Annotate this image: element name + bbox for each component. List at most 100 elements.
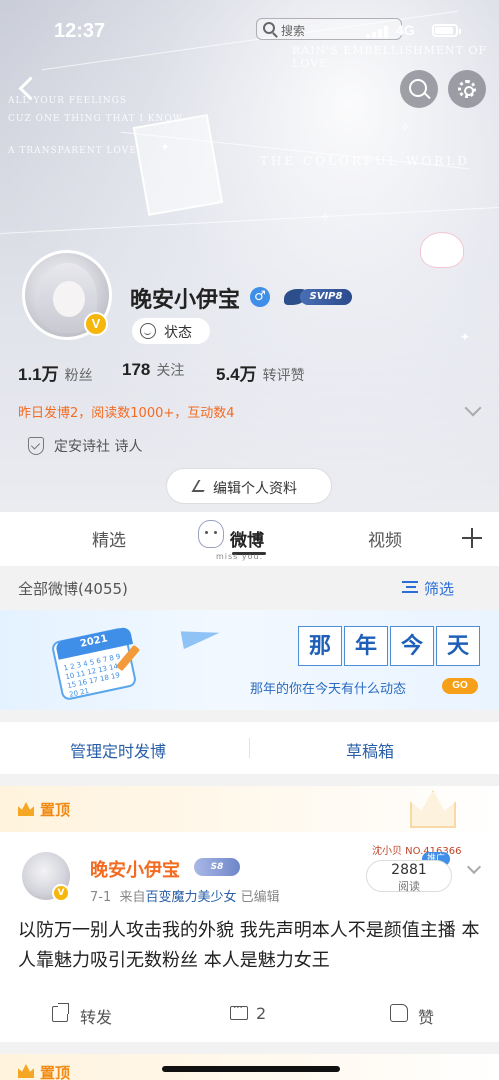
stat-followers[interactable]: 1.1万 粉丝 (18, 360, 93, 385)
svip-badge[interactable]: SVIP8 (284, 286, 354, 308)
post-svip-badge: S8 (194, 858, 240, 876)
status-button[interactable]: 状态 (132, 318, 210, 344)
comment-icon (230, 1003, 248, 1020)
cover-decoration (0, 206, 499, 235)
search-icon (263, 22, 275, 34)
signal-icon (366, 26, 390, 38)
svip-label: SVIP8 (300, 289, 352, 305)
repost-icon (52, 1003, 69, 1022)
tab-featured[interactable]: 精选 (92, 526, 126, 551)
all-posts-count: 全部微博(4055) (18, 580, 128, 598)
cover-text: THE COLORFUL WORLD (260, 154, 470, 168)
edit-profile-button[interactable]: 编辑个人资料 (166, 468, 332, 504)
read-count-label: 阅读 (398, 880, 420, 893)
filter-bar: 全部微博(4055) 筛选 (0, 566, 499, 610)
on-this-day-banner[interactable]: 2021 1 2 3 4 5 6 7 8 9 10 11 12 13 14 15… (0, 610, 499, 710)
read-count-badge[interactable]: 沈小贝 NO.416366 推广 2881 阅读 (366, 842, 461, 893)
status-bar: 12:37 搜索 4G (0, 18, 499, 48)
verified-badge: V (52, 884, 70, 902)
home-indicator[interactable] (162, 1066, 340, 1072)
edit-profile-label: 编辑个人资料 (213, 481, 297, 497)
stat-reposts-comments-likes[interactable]: 5.4万 转评赞 (216, 360, 305, 385)
post-actions: 转发 2 赞 (0, 996, 499, 1036)
mascot-caption: miss you. (216, 552, 264, 561)
post-edited: 已编辑 (240, 890, 280, 905)
paper-plane-icon (180, 624, 222, 650)
stat-label: 转评赞 (262, 368, 305, 384)
profile-tag-text: 定安诗社 诗人 (54, 439, 143, 455)
search-button[interactable] (400, 70, 438, 108)
comment-button[interactable]: 2 (230, 1003, 267, 1023)
sparkle-icon: ✧ (320, 210, 331, 224)
title-char: 天 (436, 626, 480, 666)
cover-text: A TRANSPARENT LOVE (8, 146, 137, 156)
status-label: 状态 (164, 325, 192, 341)
thumbs-up-icon (390, 1004, 408, 1022)
cover-photo-card (132, 114, 224, 216)
pen-icon (191, 480, 211, 492)
drafts-button[interactable]: 草稿箱 (346, 738, 394, 762)
sparkle-icon: ✦ (460, 330, 471, 344)
tab-video[interactable]: 视频 (368, 526, 402, 551)
gear-icon (458, 80, 476, 98)
settings-button[interactable] (448, 70, 486, 108)
tab-weibo[interactable]: 微博 (230, 526, 264, 551)
chevron-down-icon[interactable] (466, 859, 482, 875)
go-button[interactable]: GO (442, 678, 478, 694)
shield-icon (28, 437, 44, 455)
clock: 12:37 (54, 20, 106, 42)
stat-following[interactable]: 178 关注 (122, 360, 184, 380)
title-char: 今 (390, 626, 434, 666)
crown-icon (18, 1064, 34, 1078)
pin-label: 置顶 (40, 801, 71, 819)
pinned-post[interactable]: 置顶 V 晚安小伊宝 S8 7-1 来自百变魔力美少女 已编辑 沈小贝 NO.4… (0, 786, 499, 1042)
filter-label: 筛选 (424, 580, 455, 598)
title-char: 年 (344, 626, 388, 666)
like-label: 赞 (418, 1008, 435, 1027)
scheduled-post-button[interactable]: 管理定时发博 (70, 738, 166, 762)
stat-value: 5.4万 (216, 365, 257, 384)
stat-value: 1.1万 (18, 365, 59, 384)
avatar-face (53, 281, 85, 317)
like-button[interactable]: 赞 (390, 1004, 435, 1028)
profile-username: 晚安小伊宝 (130, 288, 241, 313)
source-prefix: 来自 (119, 890, 146, 905)
compose-actions: 管理定时发博 草稿箱 (0, 722, 499, 774)
gender-icon: ♂ (250, 287, 270, 307)
plus-icon[interactable] (462, 528, 482, 548)
mascot-icon (198, 520, 224, 548)
read-count: 2881 阅读 (366, 860, 452, 893)
network-type: 4G (396, 22, 415, 38)
battery-icon (432, 24, 461, 37)
post-author[interactable]: 晚安小伊宝 (90, 856, 180, 882)
filter-icon (402, 581, 418, 593)
read-count-value: 2881 (391, 862, 427, 878)
smile-icon (140, 323, 156, 339)
pin-bar: 置顶 (0, 786, 499, 832)
cat-sticker (420, 232, 464, 268)
banner-subtitle: 那年的你在今天有什么动态 (250, 682, 407, 697)
crown-decoration (410, 790, 456, 828)
stat-label: 粉丝 (64, 368, 93, 384)
comment-count: 2 (256, 1004, 267, 1023)
crown-icon (18, 802, 34, 816)
repost-label: 转发 (80, 1008, 113, 1027)
profile-tabs: 精选 微博 miss you. 视频 (0, 512, 499, 566)
post-text: 以防万一别人攻击我的外貌 我先声明本人不是颜值主播 本人靠魅力吸引无数粉丝 本人… (18, 920, 480, 971)
back-button[interactable] (8, 72, 44, 108)
stat-value: 178 (122, 360, 151, 379)
activity-summary[interactable]: 昨日发博2，阅读数1000+，互动数4 (18, 402, 235, 421)
divider (249, 738, 250, 758)
sparkle-icon: ✧ (400, 120, 411, 134)
post-meta: 7-1 来自百变魔力美少女 已编辑 (90, 886, 280, 905)
title-char: 那 (298, 626, 342, 666)
stat-label: 关注 (156, 363, 185, 379)
repost-button[interactable]: 转发 (52, 1003, 113, 1028)
verified-badge: V (84, 312, 108, 336)
search-placeholder: 搜索 (281, 24, 306, 38)
pin-label: 置顶 (40, 1064, 71, 1080)
post-date: 7-1 (90, 890, 112, 905)
calendar-icon: 2021 1 2 3 4 5 6 7 8 9 10 11 12 13 14 15… (50, 624, 142, 702)
filter-button[interactable]: 筛选 (402, 578, 455, 599)
post-source[interactable]: 百变魔力美少女 (146, 890, 237, 905)
